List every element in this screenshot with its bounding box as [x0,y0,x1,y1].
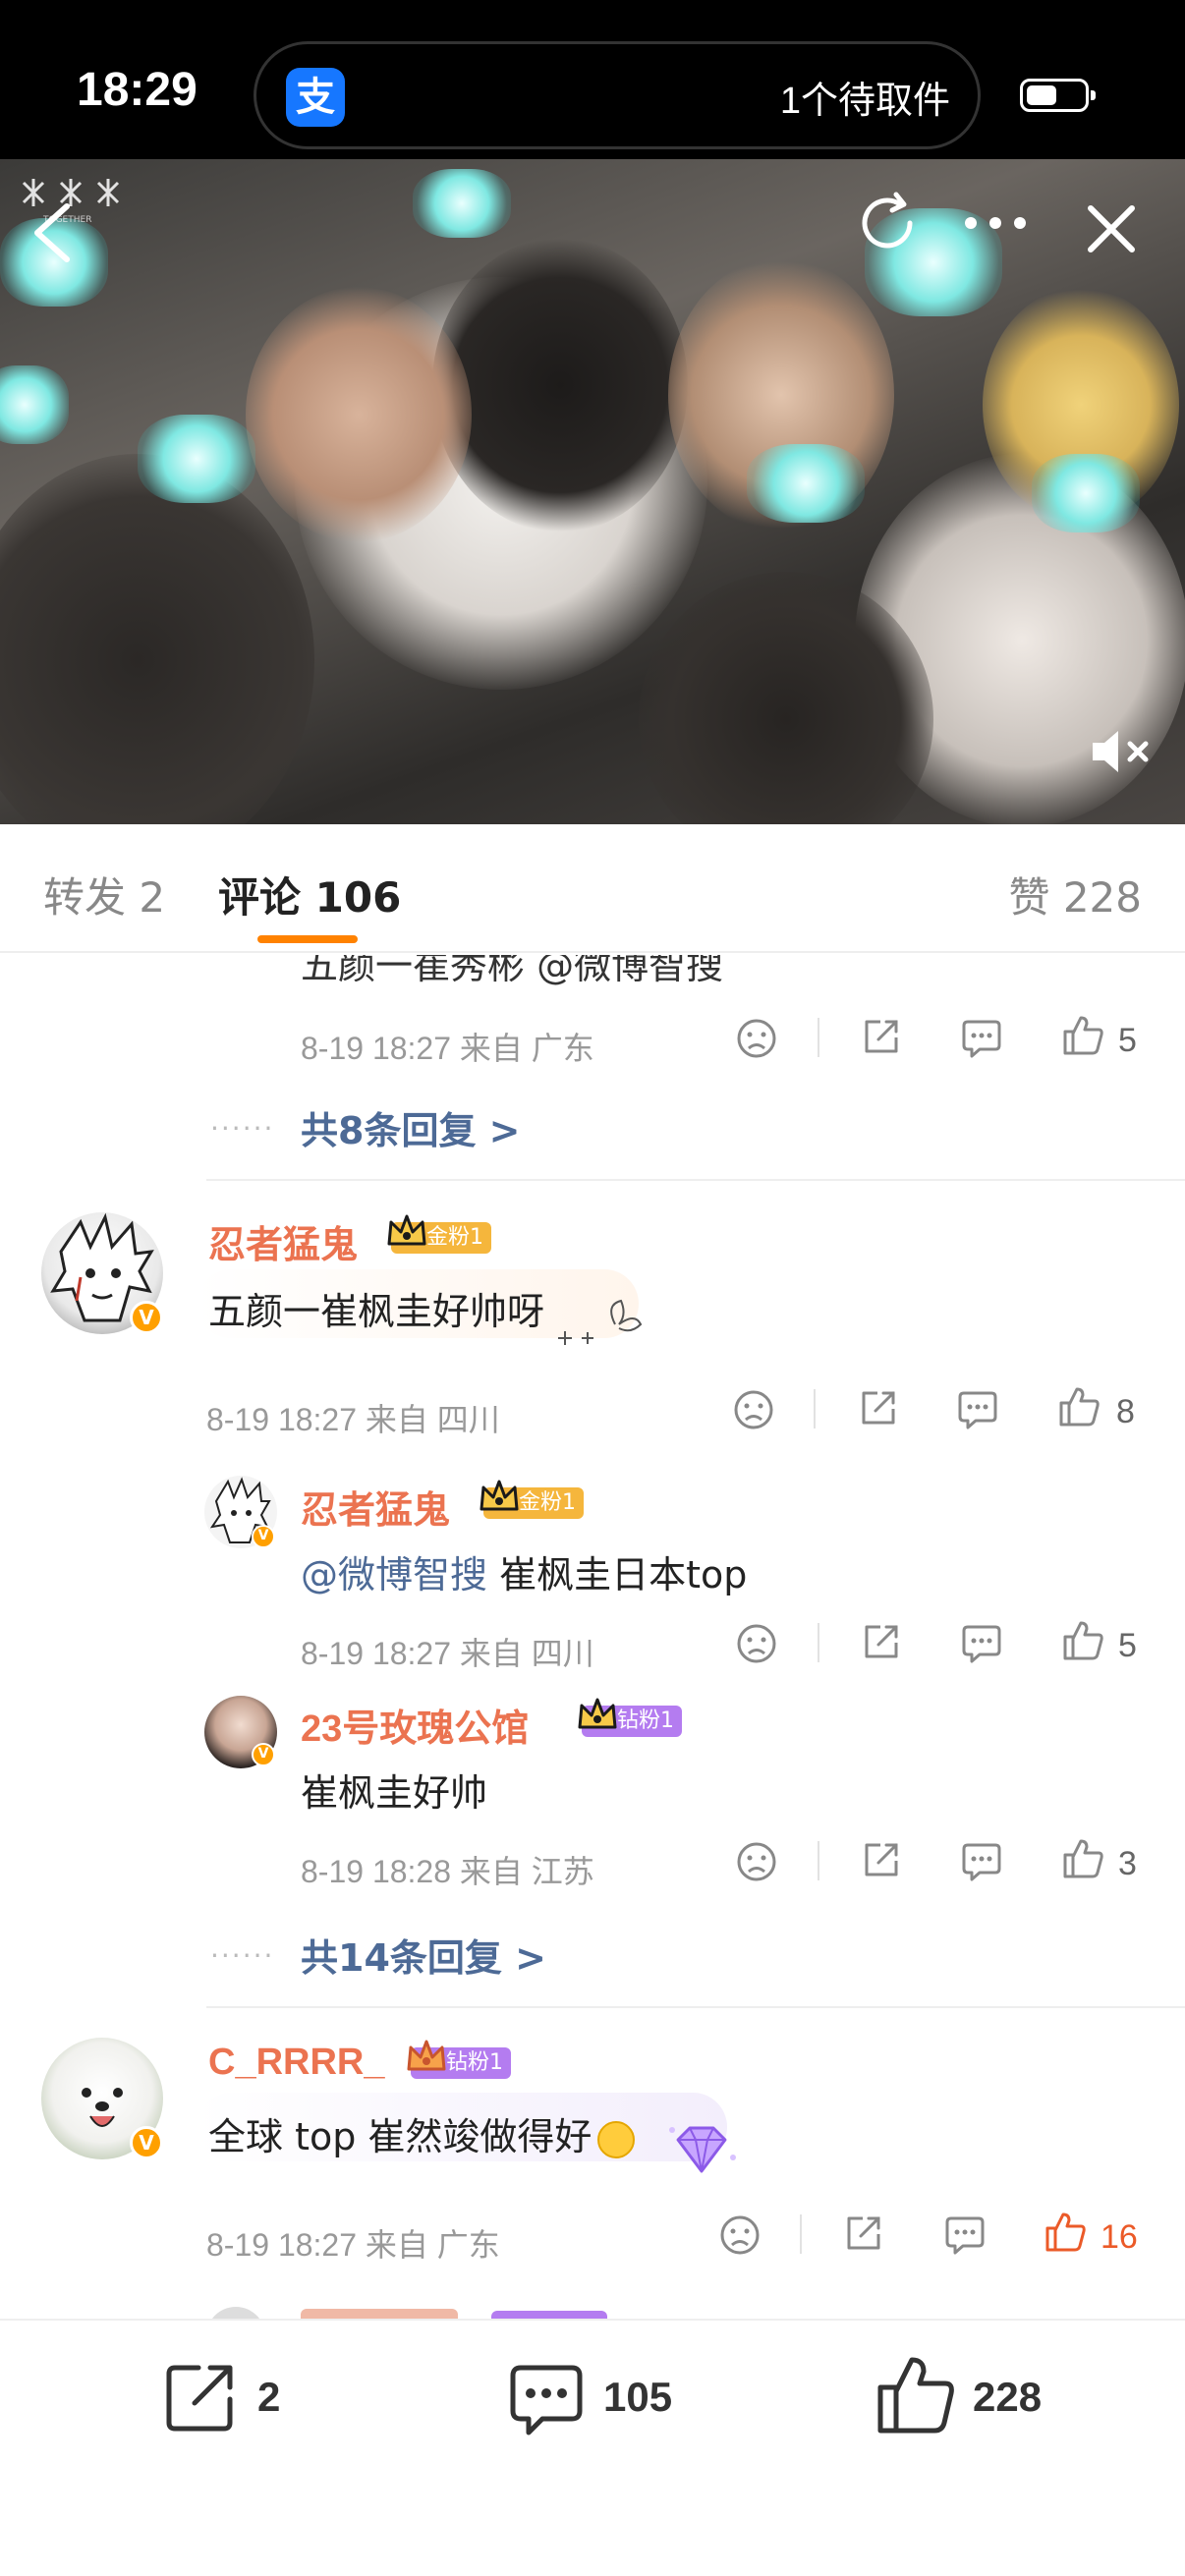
battery-icon [1020,79,1096,112]
emoji-icon [597,2120,636,2158]
comment-icon[interactable] [960,1018,1003,1059]
like-icon[interactable] [1061,1014,1104,1057]
like-icon[interactable] [1057,1385,1100,1428]
tab-repost[interactable]: 转发 2 [43,865,165,924]
dislike-icon[interactable] [736,1018,777,1059]
verified-badge-icon: V [252,1743,275,1766]
comment-author[interactable]: C_RRRR_ [208,2042,384,2084]
refresh-icon[interactable] [853,189,922,257]
like-count: 5 [1118,1627,1137,1664]
reply-author[interactable]: 忍者猛鬼 [301,1480,450,1534]
reply-text: @微博智搜 崔枫圭日本top [301,1553,748,1596]
like-icon[interactable] [1061,1619,1104,1662]
reply-meta: 8-19 18:28 来自 江苏 [301,1854,594,1889]
fan-badge-partial[interactable] [491,2311,607,2319]
like-icon[interactable] [1061,1837,1104,1880]
repost-count[interactable]: 2 [257,2374,280,2421]
repost-button-icon[interactable] [161,2358,240,2436]
comment-text: 五颜一崔枫圭好帅呀 [208,1290,545,1333]
fan-badge[interactable]: 钻粉1 [578,1698,682,1737]
share-icon[interactable] [861,1839,902,1880]
verified-badge-icon: V [130,1301,163,1334]
fan-badge[interactable]: 钻粉1 [407,2040,511,2079]
like-count: 16 [1100,2218,1138,2256]
crown-icon [407,2040,446,2071]
share-icon[interactable] [861,1621,902,1662]
pickup-notification: 1个待取件 [779,81,950,122]
like-icon-active[interactable] [1044,2211,1087,2254]
comment-author[interactable]: 忍者猛鬼 [208,1214,358,1268]
share-icon[interactable] [843,2212,884,2254]
share-icon[interactable] [858,1387,899,1428]
more-replies-dots: ······ [210,1112,275,1145]
comment-text: 全球 top 崔然竣做得好 [208,2106,636,2160]
dislike-icon[interactable] [736,1841,777,1882]
comment-meta: 8-19 18:27 来自 广东 [206,2227,500,2263]
dislike-icon[interactable] [733,1389,774,1430]
comment-author-partial[interactable] [301,2309,458,2319]
fan-badge[interactable]: 金粉1 [387,1214,491,1254]
fan-badge[interactable]: 金粉1 [480,1480,584,1519]
avatar[interactable] [206,2307,265,2319]
action-divider [818,1623,819,1662]
like-count: 5 [1118,1022,1137,1059]
back-icon[interactable] [28,198,77,267]
like-count: 8 [1116,1393,1135,1430]
gem-decor-icon [664,2118,739,2181]
verified-badge-icon: V [252,1525,275,1548]
reply-meta: 8-19 18:27 来自 广东 [301,1031,594,1066]
dislike-icon[interactable] [736,1623,777,1664]
reply-text: 崔枫圭好帅 [301,1771,488,1815]
bottom-action-bar: 2 105 228 [0,2319,1185,2576]
comment-icon[interactable] [956,1389,999,1430]
video-player[interactable]: TOGETHER [0,159,1185,824]
dynamic-island[interactable]: 支 1个待取件 [254,41,981,149]
close-icon[interactable] [1085,202,1138,255]
crown-icon [480,1480,519,1511]
tab-active-indicator [257,935,358,943]
reply-author[interactable]: 23号玫瑰公馆 [301,1698,529,1752]
crown-icon [578,1698,617,1729]
comment-button-icon[interactable] [507,2360,586,2438]
crown-icon [387,1214,426,1246]
more-replies-link[interactable]: 共14条回复 > [301,1928,546,1982]
mute-icon[interactable] [1089,727,1154,776]
reply-text-partial: 五颜一崔秀彬 @微博智搜 [301,955,724,987]
status-time: 18:29 [77,64,198,116]
action-divider [814,1389,816,1428]
tab-likes[interactable]: 赞 228 [1008,865,1142,924]
verified-badge-icon: V [130,2126,163,2159]
comment-icon[interactable] [960,1623,1003,1664]
like-count: 3 [1118,1845,1137,1882]
more-replies-dots: ······ [210,1939,275,1972]
comment-divider [206,2006,1185,2008]
comment-meta: 8-19 18:27 来自 四川 [206,1402,500,1437]
action-divider [818,1018,819,1057]
like-button-icon[interactable] [875,2354,957,2436]
mention-link[interactable]: @微博智搜 [301,1553,487,1596]
tab-bar: 转发 2 评论 106 赞 228 [0,825,1185,953]
comment-icon[interactable] [960,1841,1003,1882]
share-icon[interactable] [861,1016,902,1057]
alipay-icon: 支 [286,68,345,127]
comment-icon[interactable] [943,2214,987,2256]
comments-list[interactable]: 五颜一崔秀彬 @微博智搜 8-19 18:27 来自 广东 5 ······ 共… [0,955,1185,2319]
tab-comments[interactable]: 评论 106 [218,865,401,924]
action-divider [800,2214,802,2254]
comment-divider [206,1179,1185,1181]
status-bar: 18:29 支 1个待取件 [0,0,1185,159]
action-divider [818,1841,819,1880]
comment-count[interactable]: 105 [603,2374,672,2421]
reply-meta: 8-19 18:27 来自 四川 [301,1636,594,1671]
butterfly-decor-icon [550,1295,649,1350]
more-replies-link[interactable]: 共8条回复 > [301,1100,521,1154]
like-total-count[interactable]: 228 [973,2374,1042,2421]
dislike-icon[interactable] [719,2214,761,2256]
more-icon[interactable] [961,210,1030,236]
